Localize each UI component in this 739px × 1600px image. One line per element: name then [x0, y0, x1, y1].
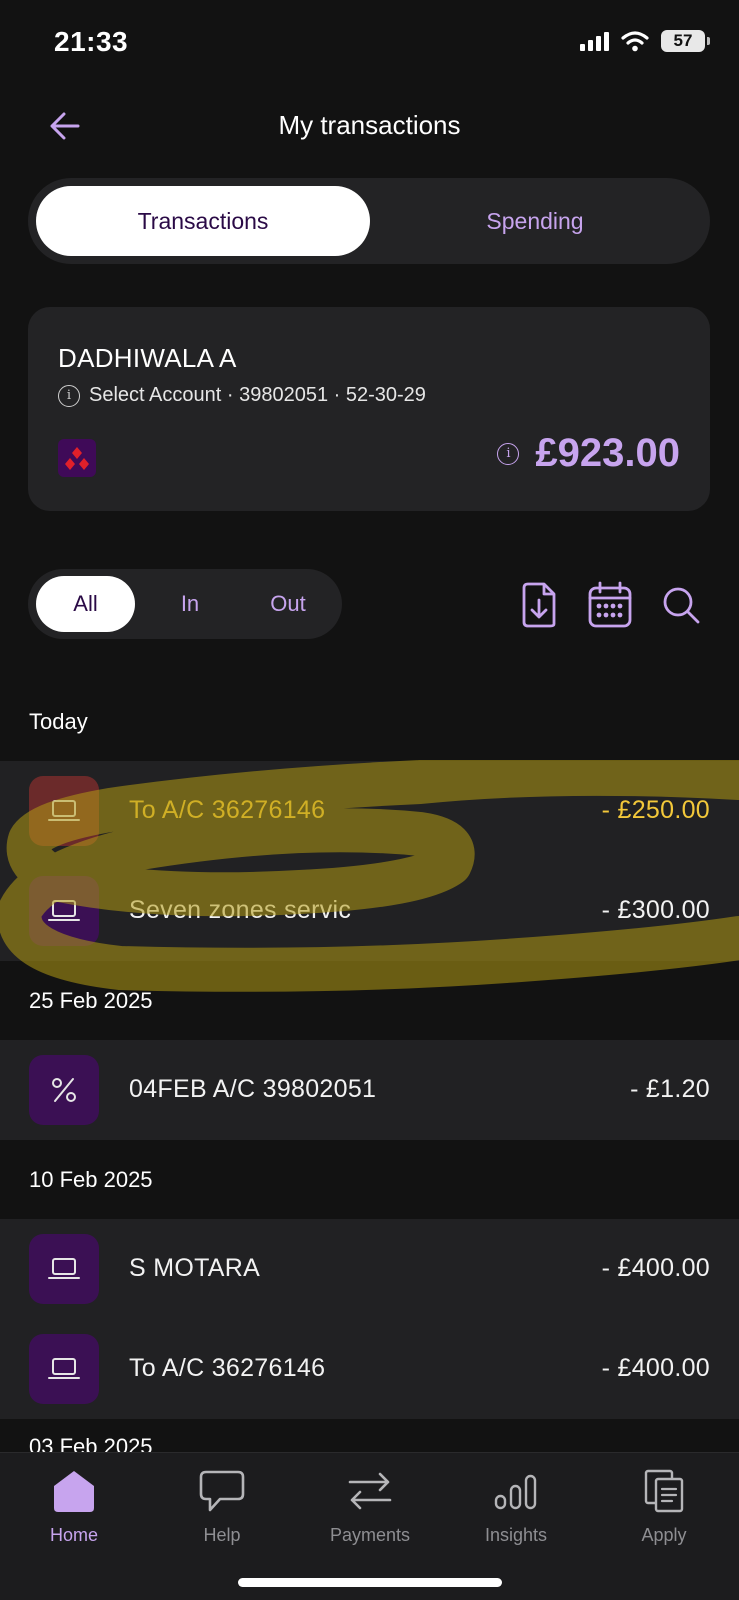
status-bar: 21:33 57 — [0, 0, 739, 88]
home-indicator[interactable] — [238, 1578, 502, 1587]
laptop-icon — [29, 876, 99, 946]
percent-icon — [29, 1055, 99, 1125]
status-icons: 57 — [580, 30, 710, 52]
calendar-button[interactable] — [585, 580, 635, 630]
bank-logo-icon — [58, 439, 96, 477]
filter-in[interactable]: In — [150, 576, 230, 632]
laptop-icon — [29, 1334, 99, 1404]
transaction-filter: All In Out — [28, 569, 342, 639]
calendar-icon — [588, 581, 632, 628]
tab-label: Insights — [484, 1525, 548, 1545]
chat-bubble-icon — [199, 1470, 245, 1512]
transaction-name: To A/C 36276146 — [129, 796, 326, 824]
search-button[interactable] — [656, 580, 706, 630]
tab-payments[interactable]: Payments — [310, 1463, 430, 1546]
transaction-row[interactable]: To A/C 36276146 - £400.00 — [0, 1319, 739, 1419]
tab-help[interactable]: Help — [162, 1463, 282, 1546]
home-icon — [54, 1471, 94, 1512]
section-date-label: 25 Feb 2025 — [29, 988, 153, 1013]
transaction-group-10-feb: S MOTARA - £400.00 To A/C 36276146 - £40… — [0, 1219, 739, 1419]
transaction-amount: - £300.00 — [601, 896, 710, 924]
account-card[interactable]: DADHIWALA A i Select Account · 39802051 … — [28, 307, 710, 511]
account-balance: £923.00 — [535, 431, 680, 475]
tab-label: Apply — [641, 1525, 687, 1545]
tab-transactions[interactable]: Transactions — [36, 186, 370, 256]
tab-label: Home — [49, 1525, 98, 1545]
balance-info-icon[interactable]: i — [497, 442, 520, 465]
account-details: i Select Account · 39802051 · 52-30-29 — [58, 384, 426, 407]
search-icon — [663, 587, 700, 624]
transaction-row[interactable]: 04FEB A/C 39802051 - £1.20 — [0, 1040, 739, 1140]
transaction-name: 04FEB A/C 39802051 — [129, 1075, 377, 1103]
tab-label: Help — [203, 1525, 241, 1545]
filter-out[interactable]: Out — [243, 576, 333, 632]
nav-header: My transactions — [0, 96, 739, 156]
bar-chart-icon — [494, 1474, 537, 1510]
transaction-row[interactable]: Seven zones servic - £300.00 — [0, 861, 739, 961]
tab-apply[interactable]: Apply — [604, 1463, 724, 1546]
account-holder-name: DADHIWALA A — [58, 343, 237, 373]
view-segmented-control: Transactions Spending — [28, 178, 710, 264]
tab-insights[interactable]: Insights — [456, 1463, 576, 1546]
transaction-amount: - £400.00 — [601, 1354, 710, 1382]
tab-label: Payments — [329, 1525, 411, 1545]
laptop-icon — [29, 1234, 99, 1304]
transaction-amount: - £250.00 — [601, 796, 710, 824]
document-download-icon — [522, 582, 556, 628]
tab-home[interactable]: Home — [14, 1463, 134, 1546]
documents-icon — [644, 1469, 684, 1513]
tab-spending[interactable]: Spending — [368, 186, 702, 256]
balance-group: i £923.00 — [497, 431, 680, 476]
page-title: My transactions — [278, 110, 461, 140]
transaction-amount: - £1.20 — [630, 1075, 710, 1103]
transaction-amount: - £400.00 — [601, 1254, 710, 1282]
transfer-arrows-icon — [348, 1472, 392, 1510]
transaction-name: S MOTARA — [129, 1254, 261, 1282]
transaction-name: To A/C 36276146 — [129, 1354, 326, 1382]
transaction-name: Seven zones servic — [129, 896, 352, 924]
transaction-row[interactable]: To A/C 36276146 - £250.00 — [0, 761, 739, 861]
battery-icon: 57 — [661, 30, 710, 52]
section-date-label: 10 Feb 2025 — [29, 1167, 153, 1192]
signal-icon — [580, 31, 609, 51]
download-statement-button[interactable] — [514, 580, 564, 630]
transaction-row[interactable]: S MOTARA - £400.00 — [0, 1219, 739, 1319]
section-date-label: Today — [29, 709, 88, 734]
filter-all[interactable]: All — [36, 576, 135, 632]
transaction-group-25-feb: 04FEB A/C 39802051 - £1.20 — [0, 1040, 739, 1140]
info-icon[interactable]: i — [58, 384, 80, 407]
laptop-icon — [29, 776, 99, 846]
account-details-text: Select Account · 39802051 · 52-30-29 — [89, 384, 426, 406]
transaction-group-today: To A/C 36276146 - £250.00 Seven zones se… — [0, 761, 739, 961]
wifi-icon — [621, 31, 649, 52]
status-time: 21:33 — [54, 26, 129, 57]
